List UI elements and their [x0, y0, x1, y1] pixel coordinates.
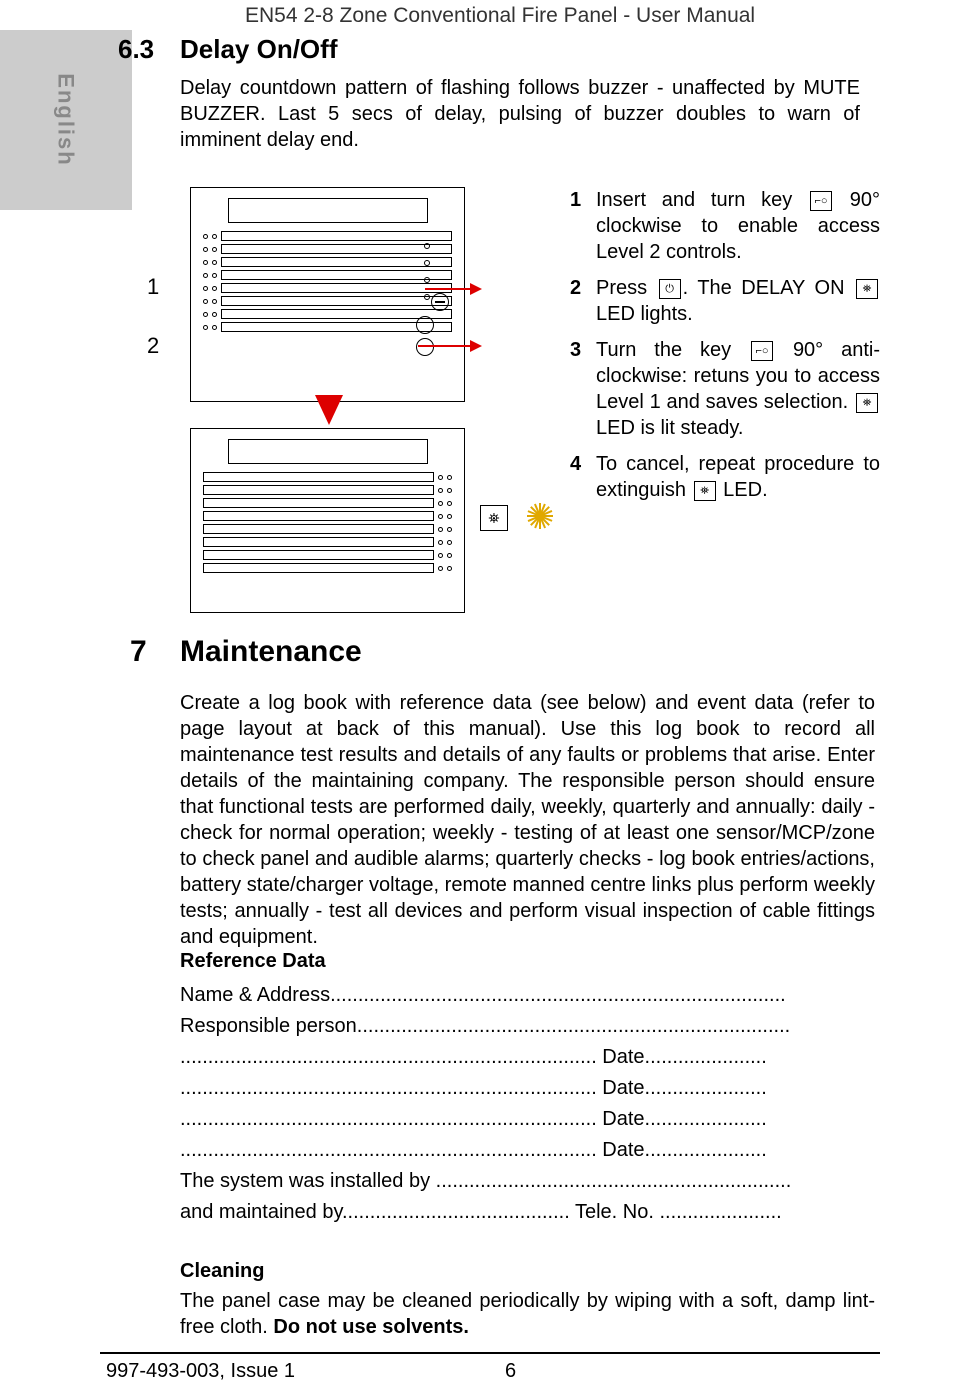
ref-line-installed-by: The system was installed by ............… [180, 1166, 875, 1197]
key-icon: ⌐○ [751, 341, 773, 361]
keyswitch-icon [431, 293, 449, 311]
footer-rule [100, 1352, 880, 1354]
reference-data-lines: Name & Address..........................… [180, 980, 875, 1228]
panel-diagram-top [190, 187, 465, 402]
cleaning-warning: Do not use solvents. [273, 1316, 469, 1338]
section-title-maintenance: Maintenance [180, 635, 362, 669]
down-arrow-icon [315, 395, 343, 425]
document-header: EN54 2-8 Zone Conventional Fire Panel - … [245, 4, 755, 28]
panel-diagram-bottom [190, 428, 465, 613]
step-number: 3 [570, 337, 596, 441]
pointer-arrow-icon [470, 340, 482, 352]
diagram-callout-2: 2 [147, 333, 159, 359]
step-4: 4 To cancel, repeat procedure to extingu… [570, 451, 880, 503]
step-number: 1 [570, 187, 596, 265]
step-number: 2 [570, 275, 596, 327]
diagram-callout-1: 1 [147, 274, 159, 300]
section-63-intro: Delay countdown pattern of flashing foll… [180, 75, 860, 153]
step-text: LED. [718, 479, 768, 501]
maintenance-body: Create a log book with reference data (s… [180, 690, 875, 950]
panel-button-icon [416, 316, 434, 334]
step-1: 1 Insert and turn key ⌐○ 90° clockwise t… [570, 187, 880, 265]
reference-data-heading: Reference Data [180, 950, 326, 973]
led-glow-icon [512, 488, 567, 543]
delay-led-icon: ⛯ [856, 279, 878, 299]
language-tab: English [0, 30, 132, 210]
language-tab-label: English [53, 73, 79, 166]
step-number: 4 [570, 451, 596, 503]
ref-line-date: ........................................… [180, 1073, 875, 1104]
step-text: LED is lit steady. [596, 417, 743, 439]
step-3: 3 Turn the key ⌐○ 90° anti-clockwise: re… [570, 337, 880, 441]
procedure-steps: 1 Insert and turn key ⌐○ 90° clockwise t… [570, 187, 880, 513]
delay-led-icon: ⛯ [856, 393, 878, 413]
section-number-7: 7 [130, 635, 147, 669]
step-text: LED lights. [596, 303, 693, 325]
footer-page-number: 6 [505, 1360, 516, 1383]
ref-line-name-address: Name & Address..........................… [180, 980, 875, 1011]
section-number-63: 6.3 [118, 34, 154, 65]
callout-line [425, 288, 470, 290]
cleaning-heading: Cleaning [180, 1260, 264, 1283]
key-icon: ⌐○ [810, 191, 832, 211]
step-text: Insert and turn key [596, 189, 808, 211]
ref-line-date: ........................................… [180, 1042, 875, 1073]
cleaning-body: The panel case may be cleaned periodical… [180, 1288, 875, 1340]
ref-line-date: ........................................… [180, 1135, 875, 1166]
step-text: Turn the key [596, 339, 749, 361]
panel-button-icon [416, 338, 434, 356]
footer-document-id: 997-493-003, Issue 1 [106, 1360, 295, 1383]
clock-button-icon: ⏻ [659, 279, 681, 299]
callout-line [418, 345, 470, 347]
ref-line-date: ........................................… [180, 1104, 875, 1135]
ref-line-responsible-person: Responsible person......................… [180, 1011, 875, 1042]
pointer-arrow-icon [470, 283, 482, 295]
delay-led-icon: ⛯ [694, 481, 716, 501]
step-text: Press [596, 277, 657, 299]
ref-line-maintained-by: and maintained by.......................… [180, 1197, 875, 1228]
step-text: . The DELAY ON [683, 277, 854, 299]
step-2: 2 Press ⏻. The DELAY ON ⛯ LED lights. [570, 275, 880, 327]
delay-led-icon: ⛯ [480, 505, 508, 531]
section-title-delay: Delay On/Off [180, 34, 337, 65]
